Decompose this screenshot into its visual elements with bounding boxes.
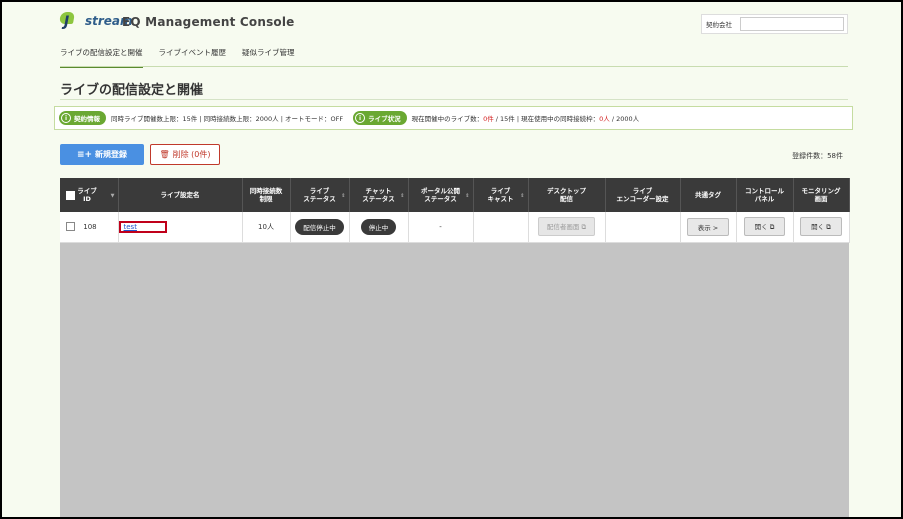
cell-live-status: 配信停止中 bbox=[290, 212, 350, 243]
cell-control: 開く ⧉ bbox=[736, 212, 794, 243]
live-table: ライブ ID ▼ ライブ設定名 同時接続数 制限 ライブ ステータス ⇕ チャット… bbox=[60, 178, 850, 243]
nav-divider bbox=[60, 66, 848, 67]
live-connections: 0人 bbox=[599, 115, 610, 123]
app-title: EQ Management Console bbox=[122, 15, 295, 29]
open-monitoring-button[interactable]: 開く ⧉ bbox=[800, 217, 842, 237]
live-name-link[interactable]: test bbox=[124, 223, 137, 231]
cell-chat-status: 停止中 bbox=[349, 212, 409, 243]
highlight-box: test bbox=[118, 220, 167, 233]
sort-icon: ⇕ bbox=[520, 193, 525, 199]
sort-icon[interactable]: ▼ bbox=[111, 192, 115, 200]
header-desktop: デスクトップ 配信 bbox=[528, 178, 606, 212]
status-bar: i 契約情報 同時ライブ開催数上限：15件 | 同時接続数上限：2000人 | … bbox=[54, 106, 853, 130]
row-checkbox[interactable] bbox=[66, 222, 75, 232]
header-tag: 共通タグ bbox=[680, 178, 737, 212]
cell-desktop: 配信者画面 ⧉ bbox=[528, 212, 606, 243]
new-register-button[interactable]: ≡+ 新規登録 bbox=[60, 144, 144, 165]
live-status-pill: i ライブ状況 bbox=[353, 111, 407, 125]
sort-icon: ⇕ bbox=[400, 193, 405, 199]
delete-button[interactable]: 🗑 削除 (0件) bbox=[150, 144, 220, 165]
cell-portal-status: - bbox=[408, 212, 474, 243]
contract-info-text: 同時ライブ開催数上限：15件 | 同時接続数上限：2000人 | オートモード：… bbox=[111, 115, 344, 123]
add-list-icon: ≡+ bbox=[76, 149, 93, 160]
broadcaster-screen-button[interactable]: 配信者画面 ⧉ bbox=[537, 217, 596, 237]
live-status-text: 現在開催中のライブ数：0件 / 15件 | 現在使用中の同時接続枠：0人 / 2… bbox=[411, 115, 640, 123]
cell-encoder bbox=[605, 212, 681, 243]
title-divider bbox=[60, 99, 848, 100]
open-control-panel-button[interactable]: 開く ⧉ bbox=[743, 217, 786, 237]
header-encoder: ライブ エンコーダー設定 bbox=[605, 178, 681, 212]
cell-tag: 表示 > bbox=[680, 212, 737, 243]
sort-icon: ⇕ bbox=[341, 193, 346, 199]
nav-pseudo-live[interactable]: 疑似ライブ管理 bbox=[242, 44, 295, 68]
trash-icon: 🗑 bbox=[159, 150, 170, 159]
app-frame: J stream EQ Management Console 契約会社 ライブの… bbox=[2, 2, 901, 517]
main-nav: ライブの配信設定と開催 ライブイベント履歴 疑似ライブ管理 bbox=[60, 44, 311, 68]
live-status-badge: 配信停止中 bbox=[295, 218, 344, 235]
cell-cast bbox=[473, 212, 529, 243]
nav-live-settings[interactable]: ライブの配信設定と開催 bbox=[60, 44, 143, 68]
cell-monitor: 開く ⧉ bbox=[793, 212, 850, 243]
header-limit: 同時接続数 制限 bbox=[242, 178, 291, 212]
header-control: コントロール パネル bbox=[736, 178, 794, 212]
contract-company-input[interactable] bbox=[740, 17, 844, 31]
header-chat-status[interactable]: チャット ステータス ⇕ bbox=[349, 178, 409, 212]
header: J stream EQ Management Console 契約会社 bbox=[2, 2, 901, 42]
nav-live-history[interactable]: ライブイベント履歴 bbox=[159, 44, 227, 68]
header-monitor: モニタリング 画面 bbox=[793, 178, 850, 212]
page-title: ライブの配信設定と開催 bbox=[60, 83, 204, 98]
cell-id: 108 bbox=[60, 212, 119, 243]
sort-icon: ⇕ bbox=[465, 193, 470, 199]
header-live-id[interactable]: ライブ ID ▼ bbox=[60, 178, 119, 212]
header-name: ライブ設定名 bbox=[118, 178, 243, 212]
cell-limit: 10人 bbox=[242, 212, 291, 243]
live-table-container: ライブ ID ▼ ライブ設定名 同時接続数 制限 ライブ ステータス ⇕ チャット… bbox=[60, 178, 850, 517]
info-icon: i bbox=[355, 113, 366, 123]
header-live-status[interactable]: ライブ ステータス ⇕ bbox=[290, 178, 350, 212]
contract-info-pill: i 契約情報 bbox=[59, 111, 106, 125]
table-row: 108 test 10人 配信停止中 停止中 - 配信者画面 ⧉ 表示 > 開く… bbox=[60, 212, 850, 243]
header-portal-status[interactable]: ポータル公開 ステータス ⇕ bbox=[408, 178, 474, 212]
show-tag-button[interactable]: 表示 > bbox=[686, 217, 730, 236]
contract-company-label: 契約会社 bbox=[706, 21, 732, 29]
cell-name: test bbox=[118, 212, 243, 243]
live-count: 0件 bbox=[483, 115, 494, 123]
chat-status-badge: 停止中 bbox=[360, 218, 397, 235]
header-live-cast[interactable]: ライブ キャスト ⇕ bbox=[473, 178, 529, 212]
contract-company-selector: 契約会社 bbox=[701, 14, 848, 34]
info-icon: i bbox=[61, 113, 71, 123]
select-all-checkbox[interactable] bbox=[66, 190, 75, 200]
logo-mark-icon: J bbox=[58, 12, 84, 30]
total-count: 登録件数：58件 bbox=[792, 152, 843, 160]
